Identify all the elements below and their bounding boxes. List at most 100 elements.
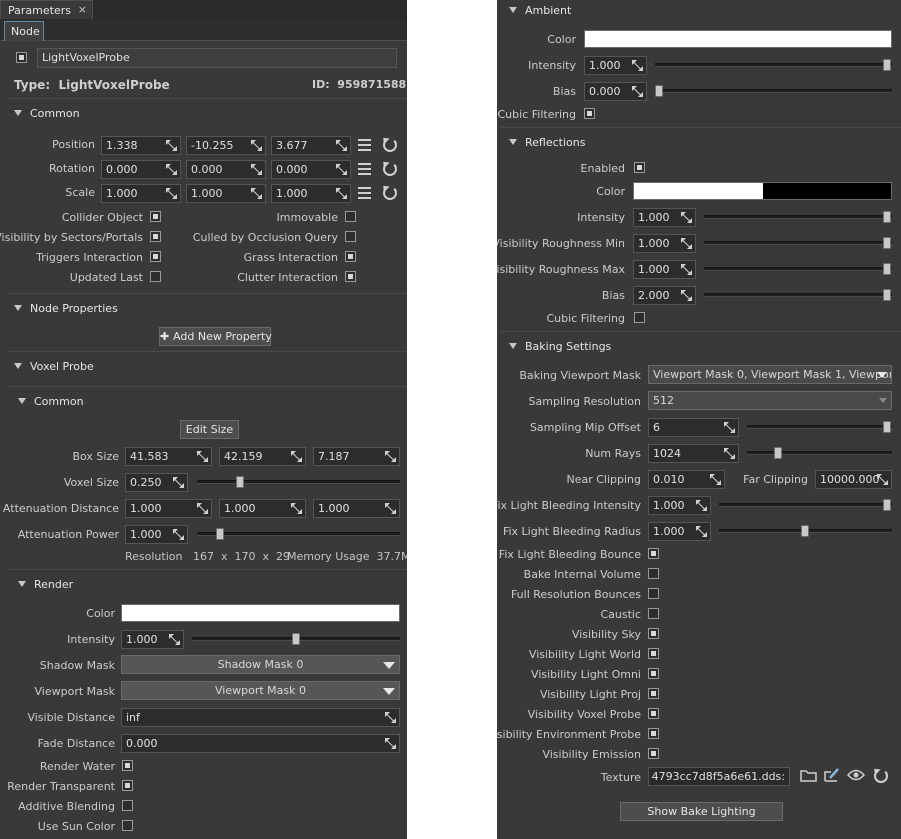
reflections-bias-slider[interactable] (704, 289, 892, 301)
menu-icon[interactable] (357, 161, 373, 177)
voxel-size-slider[interactable] (197, 476, 400, 488)
show-bake-lighting-button[interactable]: Show Bake Lighting (620, 802, 783, 821)
reflections-enabled-checkbox[interactable] (634, 162, 645, 173)
viewport-mask-dropdown[interactable]: Viewport Mask 0 (121, 681, 400, 700)
reset-icon[interactable] (383, 162, 397, 176)
section-reflections[interactable]: Reflections (509, 136, 585, 149)
baking-flag-checkbox[interactable] (648, 628, 659, 639)
box-size-x[interactable]: 41.583 (125, 447, 212, 466)
collider-object-checkbox[interactable] (150, 211, 161, 222)
shadow-mask-dropdown[interactable]: Shadow Mask 0 (121, 655, 400, 674)
box-size-y[interactable]: 42.159 (219, 447, 306, 466)
near-clipping-input[interactable]: 0.010 (648, 470, 725, 489)
slider-handle[interactable] (883, 289, 891, 301)
additive-blending-checkbox[interactable] (122, 800, 133, 811)
vis-rough-min-slider[interactable] (704, 237, 892, 249)
visibility-sectors-checkbox[interactable] (150, 231, 161, 242)
rotation-y[interactable]: 0.000 (186, 160, 266, 179)
menu-icon[interactable] (357, 185, 373, 201)
reflections-cubic-filtering-checkbox[interactable] (634, 312, 645, 323)
reflections-color-gradient[interactable] (633, 182, 892, 200)
slider-handle[interactable] (801, 525, 809, 537)
render-color-swatch[interactable] (121, 604, 400, 622)
visible-distance-input[interactable]: inf (121, 708, 400, 727)
slider-handle[interactable] (883, 499, 891, 511)
fade-distance-input[interactable]: 0.000 (121, 734, 400, 753)
attenuation-distance-y[interactable]: 1.000 (219, 499, 306, 518)
texture-path-input[interactable]: :4793cc7d8f5a6e61.dds (648, 767, 790, 786)
attenuation-distance-x[interactable]: 1.000 (125, 499, 212, 518)
fix-bleed-radius-input[interactable]: 1.000 (648, 522, 711, 541)
ambient-intensity-slider[interactable] (655, 59, 892, 71)
attenuation-power-slider[interactable] (197, 528, 400, 540)
slider-handle[interactable] (235, 476, 244, 488)
immovable-checkbox[interactable] (345, 211, 356, 222)
vis-rough-min-input[interactable]: 1.000 (633, 234, 696, 253)
scale-y[interactable]: 1.000 (186, 184, 266, 203)
clutter-interaction-checkbox[interactable] (345, 271, 356, 282)
slider-handle[interactable] (883, 237, 891, 249)
triggers-interaction-checkbox[interactable] (150, 251, 161, 262)
ambient-cubic-filtering-checkbox[interactable] (584, 108, 595, 119)
close-icon[interactable]: × (78, 3, 87, 16)
position-x[interactable]: 1.338 (101, 136, 181, 155)
slider-handle[interactable] (883, 263, 891, 275)
baking-flag-checkbox[interactable] (648, 608, 659, 619)
slider-handle[interactable] (655, 85, 663, 97)
baking-flag-checkbox[interactable] (648, 568, 659, 579)
section-node-properties[interactable]: Node Properties (14, 302, 118, 315)
reset-icon[interactable] (383, 138, 397, 152)
fix-bleed-radius-slider[interactable] (719, 525, 892, 537)
slider-handle[interactable] (216, 528, 225, 540)
baking-flag-checkbox[interactable] (648, 708, 659, 719)
fix-bleed-intensity-slider[interactable] (719, 499, 892, 511)
scale-x[interactable]: 1.000 (101, 184, 181, 203)
section-baking-settings[interactable]: Baking Settings (509, 340, 611, 353)
reflections-bias-input[interactable]: 2.000 (633, 286, 696, 305)
fix-bleed-intensity-input[interactable]: 1.000 (648, 496, 711, 515)
position-z[interactable]: 3.677 (271, 136, 351, 155)
render-water-checkbox[interactable] (122, 760, 133, 771)
section-voxel-common[interactable]: Common (18, 395, 84, 408)
section-common[interactable]: Common (14, 107, 80, 120)
edit-size-button[interactable]: Edit Size (180, 420, 239, 439)
num-rays-input[interactable]: 1024 (648, 444, 739, 463)
vis-rough-max-slider[interactable] (704, 263, 892, 275)
ambient-bias-input[interactable]: 0.000 (584, 82, 647, 101)
voxel-size-input[interactable]: 0.250 (125, 473, 188, 492)
slider-handle[interactable] (883, 59, 891, 71)
eye-icon[interactable] (846, 769, 866, 781)
ambient-intensity-input[interactable]: 1.000 (584, 56, 647, 75)
box-size-z[interactable]: 7.187 (313, 447, 400, 466)
slider-handle[interactable] (883, 421, 891, 433)
slider-handle[interactable] (883, 211, 891, 223)
node-name-input[interactable]: LightVoxelProbe (37, 48, 397, 68)
baking-flag-checkbox[interactable] (648, 548, 659, 559)
baking-flag-checkbox[interactable] (648, 588, 659, 599)
rotation-z[interactable]: 0.000 (271, 160, 351, 179)
baking-flag-checkbox[interactable] (648, 728, 659, 739)
far-clipping-input[interactable]: 10000.000 (815, 470, 892, 489)
vis-rough-max-input[interactable]: 1.000 (633, 260, 696, 279)
baking-flag-checkbox[interactable] (648, 668, 659, 679)
updated-last-checkbox[interactable] (150, 271, 161, 282)
use-sun-color-checkbox[interactable] (122, 820, 133, 831)
baking-viewport-mask-dropdown[interactable]: Viewport Mask 0, Viewport Mask 1, Viewpo… (648, 365, 892, 384)
sampling-mip-offset-input[interactable]: 6 (648, 418, 739, 437)
sampling-resolution-dropdown[interactable]: 512 (648, 391, 892, 410)
baking-flag-checkbox[interactable] (648, 648, 659, 659)
baking-flag-checkbox[interactable] (648, 688, 659, 699)
section-voxel-probe[interactable]: Voxel Probe (14, 360, 94, 373)
add-new-property-button[interactable]: ✚ Add New Property (159, 327, 272, 346)
sampling-mip-offset-slider[interactable] (747, 421, 892, 433)
tab-parameters[interactable]: Parameters × (0, 0, 93, 19)
position-y[interactable]: -10.255 (186, 136, 266, 155)
culled-occlusion-checkbox[interactable] (345, 231, 356, 242)
num-rays-slider[interactable] (747, 447, 892, 459)
render-transparent-checkbox[interactable] (122, 780, 133, 791)
slider-handle[interactable] (774, 447, 783, 459)
reset-icon[interactable] (383, 186, 397, 200)
section-ambient[interactable]: Ambient (509, 4, 571, 17)
reflections-intensity-input[interactable]: 1.000 (633, 208, 696, 227)
attenuation-distance-z[interactable]: 1.000 (313, 499, 400, 518)
